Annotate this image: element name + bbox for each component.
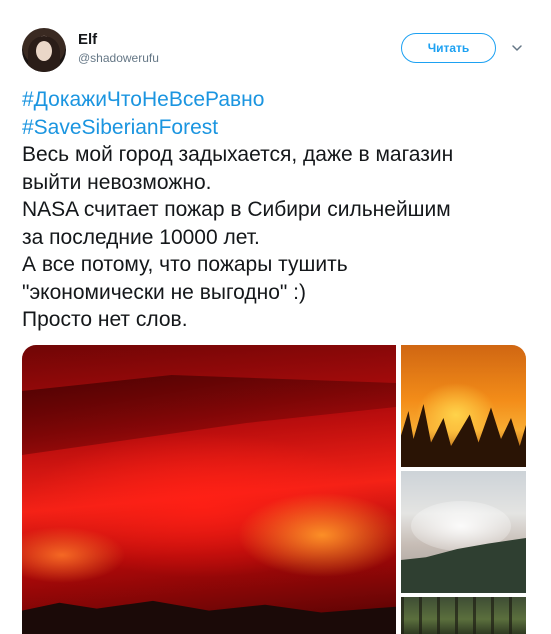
tweet-text: #ДокажиЧтоНеВсеРавно #SaveSiberianForest… — [22, 86, 542, 334]
user-handle[interactable]: @shadowerufu — [78, 51, 159, 65]
hashtag-link[interactable]: #SaveSiberianForest — [22, 114, 542, 142]
follow-button[interactable]: Читать — [401, 33, 496, 63]
tweet-line: А все потому, что пожары тушить — [22, 253, 348, 276]
treeline-silhouette — [22, 600, 396, 634]
tweet: Elf @shadowerufu Читать #ДокажиЧтоНеВсеР… — [0, 0, 551, 634]
avatar[interactable] — [22, 28, 66, 72]
hashtag-link[interactable]: #ДокажиЧтоНеВсеРавно — [22, 86, 542, 114]
media-grid — [22, 345, 526, 634]
burning-trees — [401, 404, 526, 467]
tweet-line: за последние 10000 лет. — [22, 225, 260, 249]
wildfire-photo-forest[interactable] — [401, 345, 526, 467]
tweet-line: Просто нет слов. — [22, 308, 188, 331]
avatar-face — [36, 41, 52, 61]
tweet-line: выйти невозможно. — [22, 170, 212, 194]
tweet-line: NASA считает пожар в Сибири сильнейшим — [22, 198, 451, 221]
tree-trunks — [401, 597, 526, 634]
tweet-line: Весь мой город задыхается, даже в магази… — [22, 143, 454, 166]
wildfire-photo-main[interactable] — [22, 345, 396, 634]
smoke-photo[interactable] — [401, 471, 526, 593]
display-name[interactable]: Elf — [78, 31, 97, 48]
tweet-line: "экономически не выгодно" :) — [22, 280, 307, 304]
forest-photo[interactable] — [401, 597, 526, 634]
chevron-down-icon[interactable] — [511, 42, 523, 54]
smoke-layer — [22, 375, 396, 455]
